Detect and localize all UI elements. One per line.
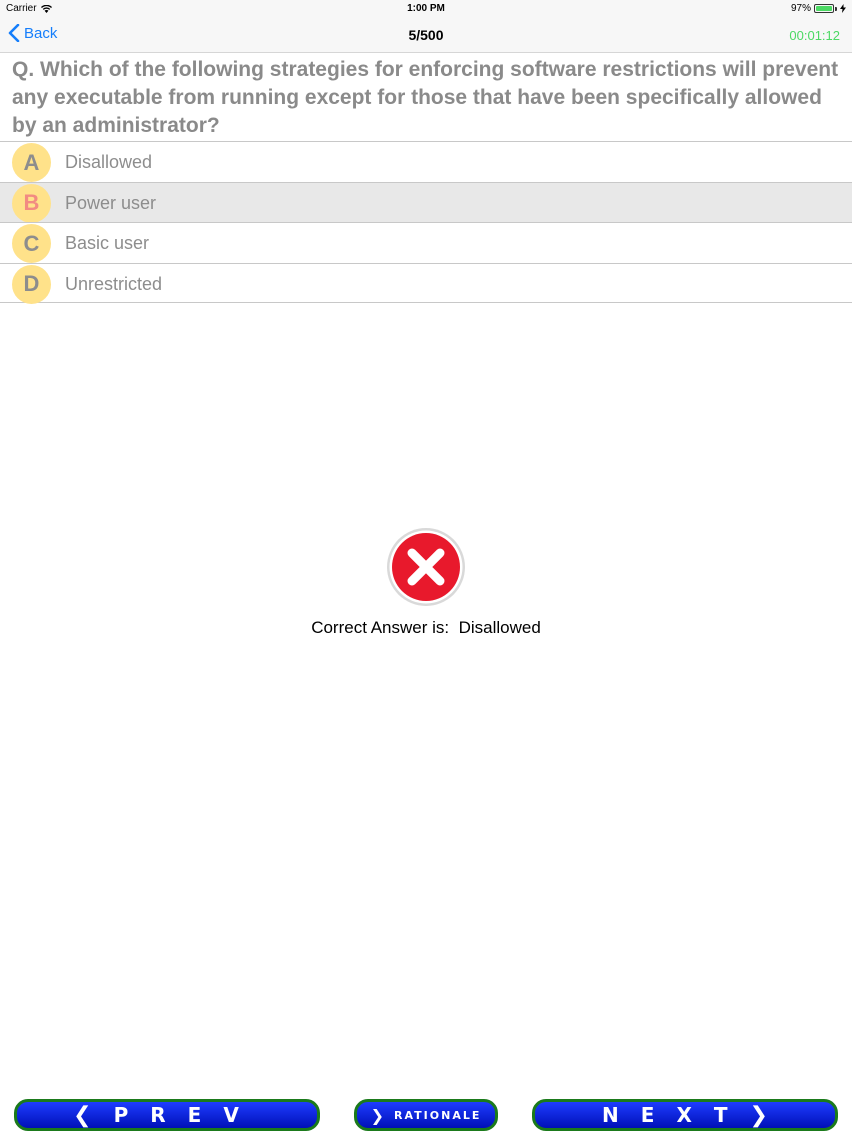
answer-options: A Disallowed B Power user C Basic user D…	[0, 141, 852, 304]
chevron-left-icon: ❮	[73, 1102, 92, 1128]
next-button[interactable]: NEXT ❯	[532, 1099, 838, 1131]
battery-tip	[835, 6, 837, 11]
next-label: NEXT	[602, 1103, 750, 1127]
option-b[interactable]: B Power user	[0, 181, 852, 223]
battery-percent: 97%	[790, 3, 811, 14]
chevron-right-icon: ❯	[749, 1102, 768, 1128]
x-circle-icon	[387, 528, 465, 606]
rationale-button[interactable]: ❯ RATIONALE	[354, 1099, 498, 1131]
option-text: Disallowed	[65, 152, 153, 172]
status-time: 1:00 PM	[407, 3, 445, 14]
option-text: Basic user	[65, 233, 150, 253]
battery-info: 97%	[791, 3, 846, 14]
status-bar: Carrier 1:00 PM 97%	[0, 0, 852, 18]
option-letter-badge: C	[12, 224, 51, 263]
question-text: Q. Which of the following strategies for…	[12, 58, 839, 137]
rationale-label: RATIONALE	[394, 1108, 482, 1122]
battery-fill	[816, 6, 832, 11]
battery-icon	[814, 4, 834, 13]
correct-answer-text: Correct Answer is: Disallowed	[311, 618, 541, 637]
question-counter: 5/500	[408, 27, 444, 43]
option-d[interactable]: D Unrestricted	[0, 262, 852, 304]
option-c[interactable]: C Basic user	[0, 222, 852, 263]
prev-label: PREV	[113, 1103, 261, 1127]
option-text: Power user	[65, 192, 157, 213]
prev-button[interactable]: ❮ PREV	[14, 1099, 320, 1131]
navigation-bar: Back 5/500 00:01:12	[0, 18, 852, 53]
option-letter-badge: D	[12, 264, 51, 304]
option-letter-badge: B	[12, 183, 51, 223]
charging-bolt-icon	[840, 4, 846, 13]
option-letter-badge: A	[12, 143, 51, 182]
option-text: Unrestricted	[65, 273, 163, 294]
chevron-right-icon: ❯	[370, 1105, 385, 1125]
timer: 00:01:12	[789, 28, 840, 43]
option-a[interactable]: A Disallowed	[0, 141, 852, 182]
